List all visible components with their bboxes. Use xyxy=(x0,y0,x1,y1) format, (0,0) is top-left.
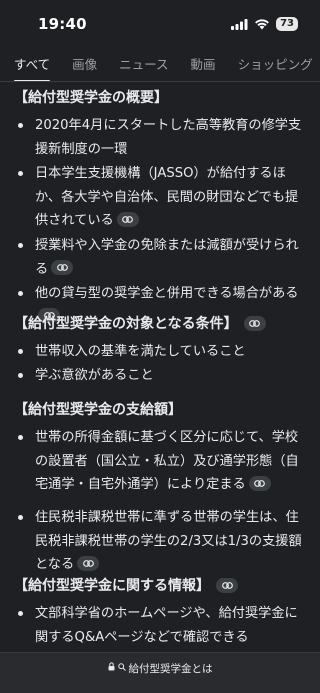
list-item: 住民税非課税世帯に準ずる世帯の学生は、住民税非課税世帯の学生の2/3又は1/3の… xyxy=(16,506,306,577)
list-item: 日本学生支援機構（JASSO）が給付するほか、各大学や自治体、民間の財団などでも… xyxy=(16,162,306,233)
status-time: 19:40 xyxy=(38,15,87,33)
list-item: 授業料や入学金の免除または減額が受けられる xyxy=(16,234,306,281)
tab-shopping[interactable]: ショッピング xyxy=(238,56,313,81)
wifi-icon xyxy=(254,15,270,34)
bullet-dot xyxy=(18,435,23,440)
list-item-text: 他の貸与型の奨学金と併用できる場合がある xyxy=(35,286,299,301)
url-text: 給付型奨学金とは xyxy=(128,662,213,675)
list-item: 世帯収入の基準を満たしていること xyxy=(16,340,306,364)
url-display[interactable]: 給付型奨学金とは xyxy=(108,661,213,675)
section-heading: 【給付型奨学金の概要】 xyxy=(14,90,168,106)
link-icon[interactable] xyxy=(216,577,238,593)
link-icon[interactable] xyxy=(77,555,100,571)
link-icon[interactable] xyxy=(51,260,74,275)
link-icon[interactable] xyxy=(243,315,266,331)
status-bar: 19:40 73 xyxy=(0,0,320,48)
search-icon xyxy=(117,662,126,674)
bullet-dot xyxy=(18,373,23,378)
search-tabs: すべて 画像 ニュース 動画 ショッピング ショ xyxy=(0,56,320,82)
link-icon[interactable] xyxy=(116,211,139,227)
tab-all[interactable]: すべて xyxy=(14,56,51,81)
list-item: 世帯の所得金額に基づく区分に応じて、学校の設置者（国公立・私立）及び通学形態（自… xyxy=(16,426,306,497)
section-heading: 【給付型奨学金に関する情報】 xyxy=(14,576,238,596)
list-item: 文部科学省のホームページや、給付奨学金に関するQ&Aページなどで確認できる xyxy=(16,602,306,649)
bullet-dot xyxy=(18,171,23,176)
list-item-text: 文部科学省のホームページや、給付奨学金に関するQ&Aページなどで確認できる xyxy=(35,606,298,645)
ai-overview-content: 【給付型奨学金の概要】 2020年4月にスタートした高等教育の修学支援新制度の一… xyxy=(0,82,320,650)
bullet-dot xyxy=(18,123,23,128)
list-item: 2020年4月にスタートした高等教育の修学支援新制度の一環 xyxy=(16,114,306,161)
lock-icon xyxy=(108,662,115,674)
bullet-dot xyxy=(18,611,23,616)
list-item-text: 日本学生支援機構（JASSO）が給付するほか、各大学や自治体、民間の財団などでも… xyxy=(35,166,299,228)
tab-videos[interactable]: 動画 xyxy=(191,56,216,81)
section-heading-text: 【給付型奨学金の対象となる条件】 xyxy=(14,316,238,332)
list-item-text: 授業料や入学金の免除または減額が受けられる xyxy=(35,238,299,277)
tab-news[interactable]: ニュース xyxy=(119,56,168,81)
list-item: 学ぶ意欲があること xyxy=(16,364,306,388)
bullet-dot xyxy=(18,349,23,354)
bullet-dot xyxy=(18,291,23,296)
tab-images[interactable]: 画像 xyxy=(72,56,97,81)
section-heading: 【給付型奨学金の対象となる条件】 xyxy=(14,314,266,334)
battery-icon: 73 xyxy=(276,17,298,31)
section-heading: 【給付型奨学金の支給額】 xyxy=(14,402,182,418)
list-item-text: 学ぶ意欲があること xyxy=(35,368,154,383)
address-bar[interactable]: 給付型奨学金とは xyxy=(0,652,320,693)
link-icon[interactable] xyxy=(248,475,271,491)
signal-icon xyxy=(231,15,248,34)
section-heading-text: 【給付型奨学金に関する情報】 xyxy=(14,578,210,594)
list-item-text: 住民税非課税世帯に準ずる世帯の学生は、住民税非課税世帯の学生の2/3又は1/3の… xyxy=(35,510,302,572)
list-item-text: 世帯収入の基準を満たしていること xyxy=(35,344,246,359)
status-icons: 73 xyxy=(231,15,298,34)
bullet-dot xyxy=(18,515,23,520)
list-item-text: 2020年4月にスタートした高等教育の修学支援新制度の一環 xyxy=(35,118,302,157)
bullet-dot xyxy=(18,243,23,248)
